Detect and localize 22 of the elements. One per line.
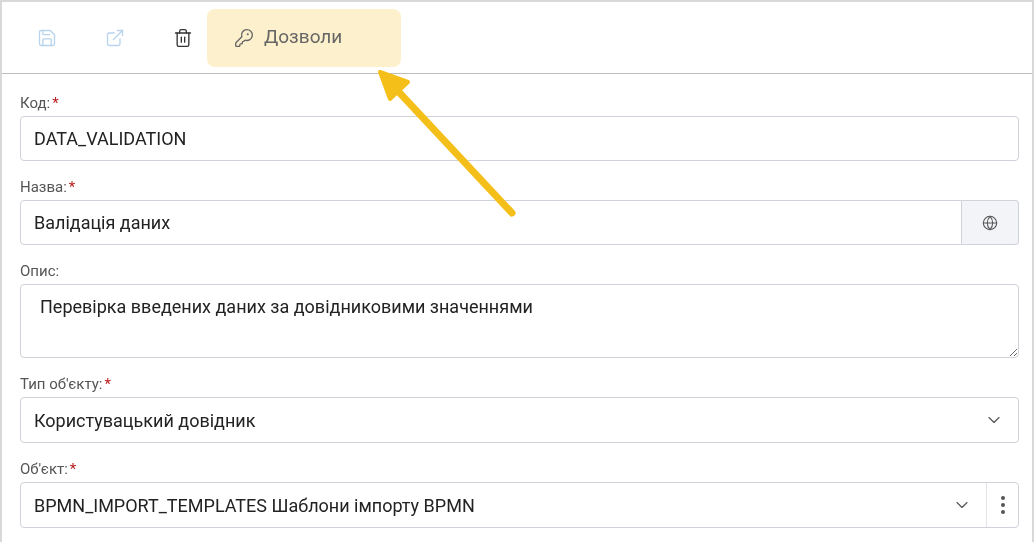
trash-icon (173, 27, 193, 48)
object-select[interactable]: BPMN_IMPORT_TEMPLATES Шаблони імпорту BPMN (20, 482, 1019, 528)
field-label: Код: (20, 92, 51, 114)
field-label: Опис: (20, 260, 60, 282)
required-mark: * (104, 373, 111, 395)
translate-button[interactable] (962, 200, 1019, 245)
field-label: Назва: (20, 176, 67, 198)
field-label: Об'єкт: (20, 458, 68, 480)
object-select[interactable]: Користувацький довідник (20, 397, 1019, 443)
external-link-icon (105, 27, 125, 48)
code-field[interactable]: DATA_VALIDATION (20, 116, 1019, 161)
globe-icon (982, 214, 998, 231)
save-icon (37, 27, 57, 48)
more-icon (1000, 496, 1005, 514)
key-icon (234, 27, 254, 48)
field-label: Тип об'єкту: (20, 373, 103, 395)
required-mark: * (69, 458, 77, 480)
description-field[interactable]: Перевірка введених даних за довідниковими значеннями (20, 284, 1019, 358)
required-mark: * (52, 92, 59, 114)
required-mark: * (68, 176, 76, 198)
permissions-button[interactable]: Дозволи (207, 8, 401, 67)
name-field[interactable]: Валідація даних (20, 200, 962, 245)
